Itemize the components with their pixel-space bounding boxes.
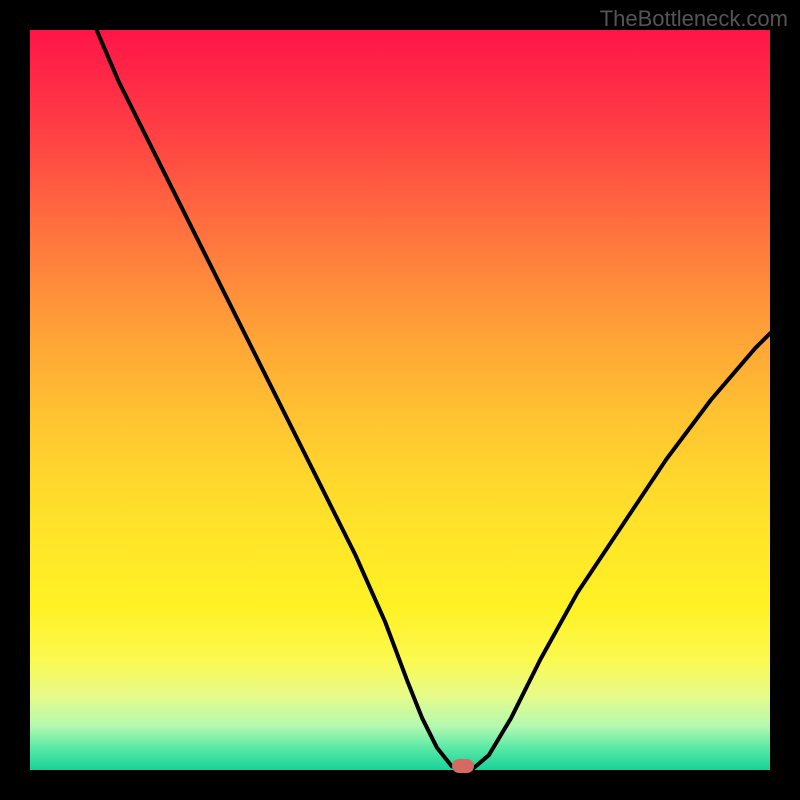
bottleneck-curve bbox=[30, 30, 770, 770]
chart-plot-area bbox=[30, 30, 770, 770]
watermark-text: TheBottleneck.com bbox=[600, 6, 788, 32]
optimal-point-marker bbox=[452, 759, 474, 773]
